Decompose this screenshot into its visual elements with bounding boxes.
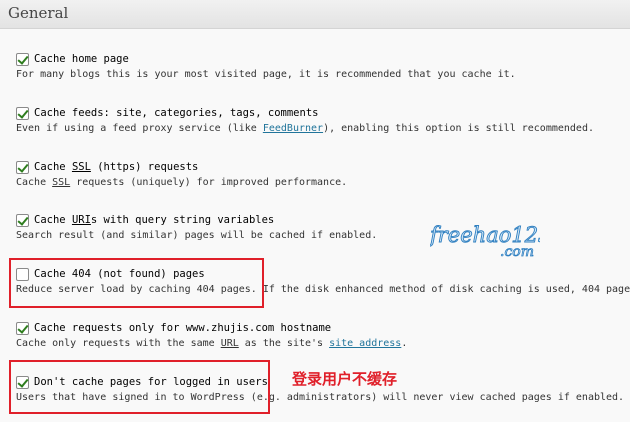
desc-text: as the site's xyxy=(238,338,330,349)
url-abbr: URL xyxy=(220,338,239,349)
desc-text: . xyxy=(401,338,408,349)
option-description: Even if using a feed proxy service (like… xyxy=(16,122,594,136)
option-cache-ssl: Cache SSL (https) requests Cache SSL req… xyxy=(16,159,347,190)
watermark-sub-text: .com xyxy=(500,244,534,260)
cache-home-page-checkbox[interactable] xyxy=(16,52,29,66)
desc-text: Even if using a feed proxy service (like xyxy=(16,123,263,134)
option-label: Cache home page xyxy=(34,53,129,65)
option-label: Cache requests only for www.zhujis.com h… xyxy=(34,322,332,334)
option-label: Cache SSL (https) requests xyxy=(34,161,198,173)
cache-ssl-checkbox[interactable] xyxy=(16,160,29,174)
option-description: Search result (and similar) pages will b… xyxy=(16,230,378,241)
option-description: Cache SSL requests (uniquely) for improv… xyxy=(16,176,347,190)
option-cache-feeds: Cache feeds: site, categories, tags, com… xyxy=(16,105,594,136)
annotation-text: 登录用户不缓存 xyxy=(292,370,398,388)
desc-text: Cache only requests with the same xyxy=(16,338,221,349)
cache-uris-checkbox[interactable] xyxy=(16,213,29,227)
desc-text: ), enabling this option is still recomme… xyxy=(323,123,594,134)
label-text: (https) requests xyxy=(90,161,199,173)
uri-abbr: URI xyxy=(71,214,91,226)
watermark-logo: freehao123 .com xyxy=(428,222,552,264)
option-cache-home-page: Cache home page For many blogs this is y… xyxy=(16,51,516,82)
label-text: s with query string variables xyxy=(90,214,275,226)
highlight-box-404 xyxy=(9,258,264,308)
watermark-logo-graphic: freehao123 .com xyxy=(428,223,552,261)
option-hostname-only: Cache requests only for www.zhujis.com h… xyxy=(16,320,407,351)
ssl-abbr: SSL xyxy=(71,161,91,173)
option-label: Cache feeds: site, categories, tags, com… xyxy=(34,107,319,119)
hostname-only-checkbox[interactable] xyxy=(16,321,29,335)
feedburner-link[interactable]: FeedBurner xyxy=(263,123,323,134)
label-text: Cache xyxy=(34,214,72,226)
site-address-link[interactable]: site address xyxy=(329,338,401,349)
option-description: For many blogs this is your most visited… xyxy=(16,69,516,80)
label-text: Cache xyxy=(34,161,72,173)
option-description: Cache only requests with the same URL as… xyxy=(16,337,407,351)
section-header: General xyxy=(0,0,630,29)
cache-feeds-checkbox[interactable] xyxy=(16,106,29,120)
highlight-box-logged-in xyxy=(9,360,270,414)
option-label: Cache URIs with query string variables xyxy=(34,214,274,226)
desc-text: requests (uniquely) for improved perform… xyxy=(70,177,348,188)
ssl-abbr: SSL xyxy=(52,177,71,188)
desc-text: Cache xyxy=(16,177,53,188)
option-cache-uris: Cache URIs with query string variables S… xyxy=(16,212,377,243)
section-title: General xyxy=(8,4,69,22)
